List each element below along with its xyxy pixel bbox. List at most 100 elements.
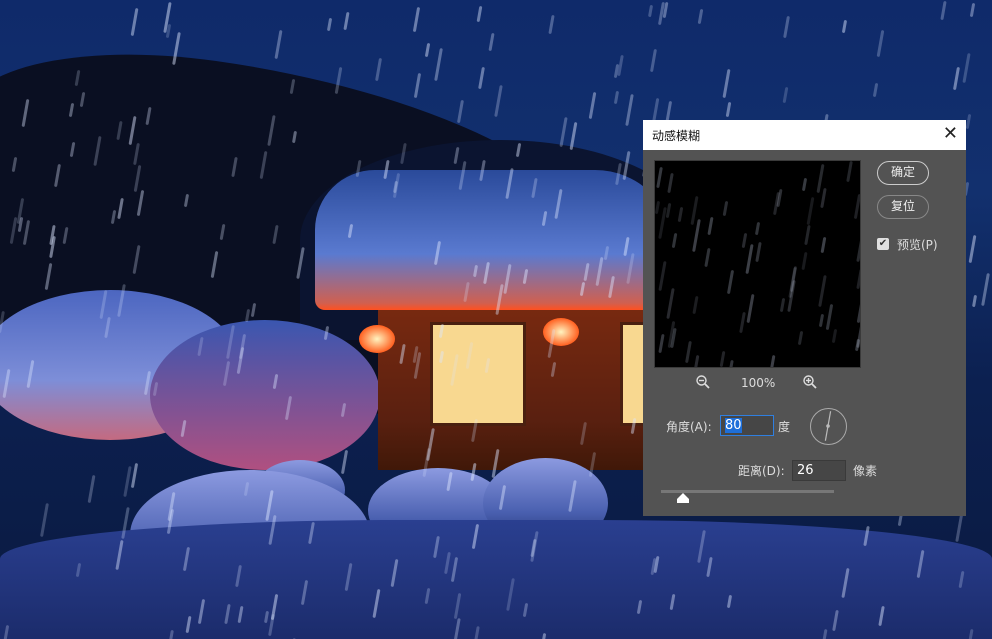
rain-streak <box>854 338 860 351</box>
rain-streak <box>478 66 486 89</box>
angle-label: 角度(A): <box>666 420 712 434</box>
rain-streak <box>666 287 675 320</box>
rain-streak <box>972 295 978 308</box>
rain-streak <box>413 73 421 99</box>
rain-streak <box>697 9 704 25</box>
rain-streak <box>940 1 947 21</box>
rain-streak <box>876 30 885 57</box>
rain-streak <box>569 122 578 150</box>
rain-streak <box>123 465 132 497</box>
rain-streak <box>624 93 634 126</box>
house <box>378 300 660 470</box>
rain-streak <box>722 69 731 99</box>
rain-streak <box>746 293 755 324</box>
rain-streak <box>655 201 661 215</box>
rain-streak <box>856 230 860 263</box>
rain-streak <box>853 193 860 219</box>
lantern <box>543 318 579 346</box>
rain-streak <box>707 217 714 236</box>
rain-streak <box>375 57 383 82</box>
angle-value: 80 <box>725 418 742 433</box>
rain-streak <box>559 117 568 148</box>
angle-dial[interactable] <box>810 408 847 445</box>
rain-streak <box>722 200 728 216</box>
rain-streak <box>783 15 791 39</box>
rain-streak <box>872 82 879 98</box>
rain-streak <box>613 90 619 104</box>
rain-streak <box>782 87 789 104</box>
angle-input[interactable]: 80 <box>720 415 774 436</box>
rain-streak <box>274 29 283 59</box>
rain-streak <box>413 7 421 33</box>
rain-streak <box>806 196 815 225</box>
rain-streak <box>719 351 726 367</box>
dialog-titlebar[interactable]: 动感模糊 ✕ <box>643 120 966 150</box>
rain-streak <box>962 52 971 84</box>
rain-streak <box>801 178 808 192</box>
rain-streak <box>650 48 658 72</box>
rain-streak <box>980 272 990 306</box>
rain-streak <box>130 8 139 37</box>
rain-streak <box>817 274 827 307</box>
rain-streak <box>856 296 860 323</box>
rain-streak <box>684 340 692 363</box>
motion-blur-dialog: 动感模糊 ✕ 确定 复位 ✔ 预览(P) 100% 角度(A): 80 度 距离… <box>643 120 966 516</box>
rain-streak <box>825 303 833 330</box>
distance-input[interactable]: 26 <box>792 460 846 481</box>
rain-streak <box>820 188 827 209</box>
rain-streak <box>548 15 555 35</box>
rain-streak <box>39 503 49 537</box>
rain-streak <box>968 234 977 263</box>
preview-pane[interactable] <box>654 160 861 368</box>
snowy-roof <box>315 170 675 310</box>
rain-streak <box>741 233 747 248</box>
rain-streak <box>340 449 348 475</box>
rain-streak <box>818 313 824 327</box>
rain-streak <box>952 66 960 90</box>
rain-streak <box>727 360 735 367</box>
rain-streak <box>671 232 678 249</box>
rain-streak <box>856 268 860 289</box>
rain-streak <box>779 298 785 313</box>
rain-streak <box>725 102 732 118</box>
rain-streak <box>739 312 746 334</box>
distance-value: 26 <box>797 463 814 478</box>
rain-streak <box>801 251 808 270</box>
rain-streak <box>965 113 972 129</box>
snow-ground <box>0 520 992 639</box>
rain-streak <box>493 85 503 118</box>
window <box>430 322 526 426</box>
rain-streak <box>754 241 762 262</box>
rain-streak <box>745 243 754 274</box>
preview-label: 预览(P) <box>897 238 938 252</box>
rain-streak <box>704 247 711 267</box>
zoom-in-icon[interactable] <box>803 375 817 392</box>
rain-streak <box>767 355 776 367</box>
rain-streak <box>666 172 674 194</box>
angle-unit: 度 <box>778 420 791 434</box>
zoom-out-icon[interactable] <box>696 375 710 393</box>
rain-streak <box>433 48 443 82</box>
ok-button[interactable]: 确定 <box>877 161 929 185</box>
rain-streak <box>804 224 811 245</box>
rain-streak <box>476 5 483 22</box>
rain-streak <box>588 91 597 119</box>
distance-slider-thumb[interactable] <box>677 493 690 503</box>
rain-streak <box>425 42 431 58</box>
rain-streak <box>457 99 464 123</box>
rain-streak <box>969 3 976 18</box>
preview-checkbox[interactable]: ✔ <box>877 238 889 250</box>
rain-streak <box>726 269 734 294</box>
snow-mound <box>150 320 380 470</box>
rain-streak <box>657 261 667 292</box>
zoom-level: 100% <box>741 376 776 390</box>
reset-button[interactable]: 复位 <box>877 195 929 219</box>
rain-streak <box>691 355 700 367</box>
close-icon[interactable]: ✕ <box>943 125 958 143</box>
rain-streak <box>488 33 495 52</box>
rain-streak <box>343 11 350 30</box>
rain-streak <box>658 333 665 353</box>
rain-streak <box>87 474 96 503</box>
rain-streak <box>648 4 654 18</box>
rain-streak <box>130 462 139 488</box>
